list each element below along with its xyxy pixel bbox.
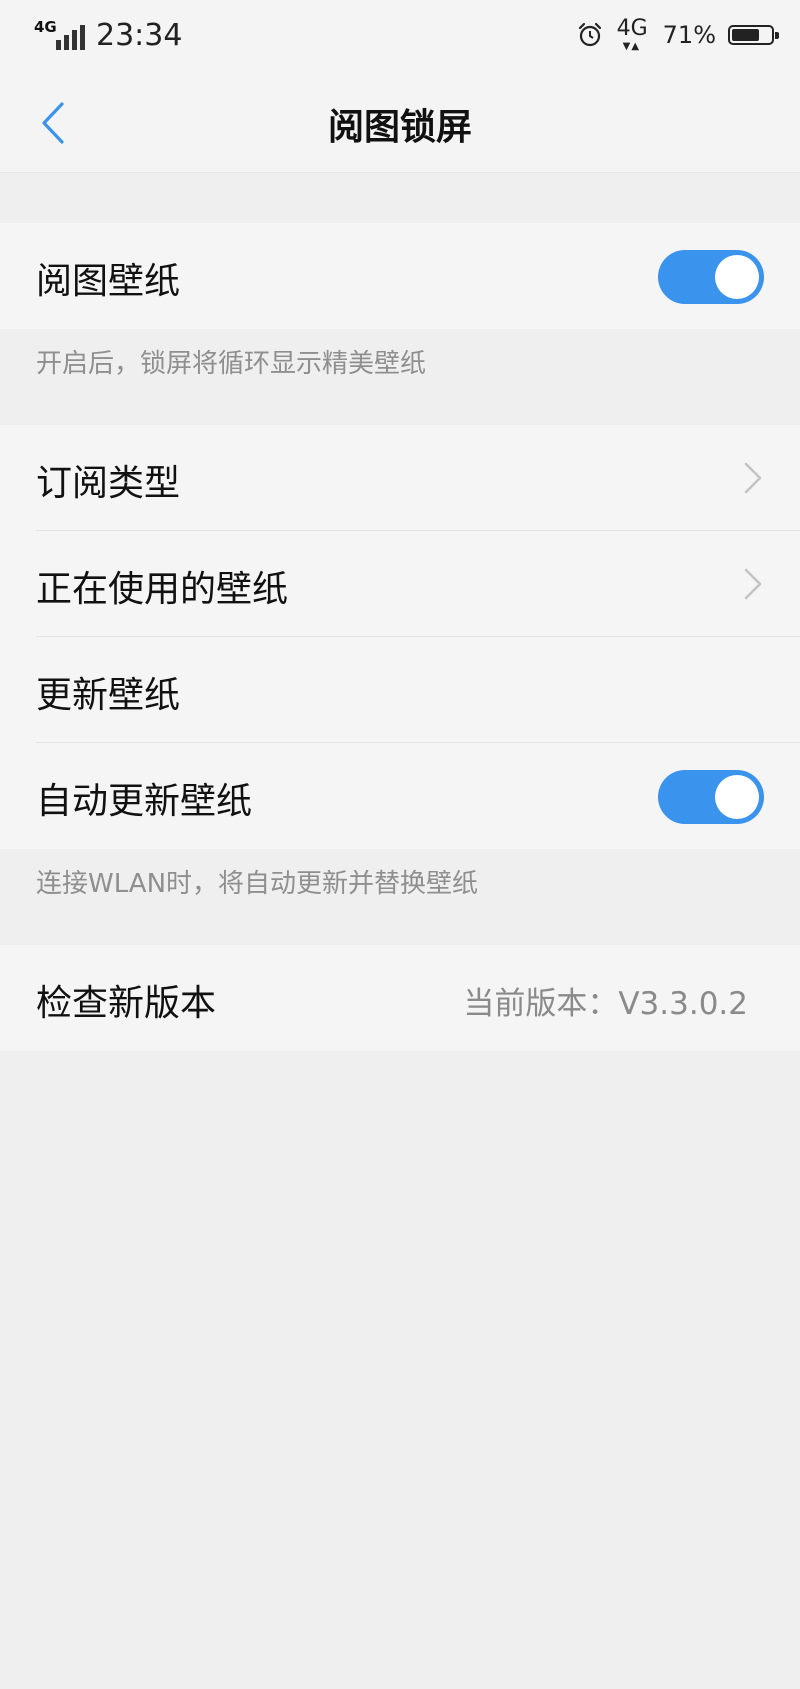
page-header: 阅图锁屏 — [0, 72, 800, 173]
wallpaper-row[interactable]: 阅图壁纸 — [0, 223, 800, 329]
battery-fill — [732, 29, 759, 41]
battery-percent: 71% — [662, 21, 716, 49]
subscription-type-label: 订阅类型 — [36, 463, 181, 504]
chevron-right-icon — [744, 568, 762, 600]
wallpaper-group: 阅图壁纸 — [0, 223, 800, 329]
status-bar: 4G 23:34 4G ▼▲ 71% — [0, 0, 800, 72]
wallpaper-label: 阅图壁纸 — [36, 261, 181, 302]
settings-group: 订阅类型 正在使用的壁纸 更新壁纸 自动更新壁纸 — [0, 425, 800, 849]
version-group: 检查新版本 当前版本：V3.3.0.2 — [0, 945, 800, 1051]
wallpaper-note: 开启后，锁屏将循环显示精美壁纸 — [36, 349, 427, 379]
auto-update-label: 自动更新壁纸 — [36, 781, 253, 822]
signal-icon: 4G — [34, 17, 85, 52]
wallpaper-toggle[interactable] — [658, 250, 764, 304]
signal-bar — [72, 29, 77, 50]
chevron-right-icon — [744, 462, 762, 494]
signal-bar — [64, 34, 69, 50]
network-label: 4G — [616, 16, 648, 41]
auto-update-row[interactable]: 自动更新壁纸 — [0, 743, 800, 849]
current-wallpaper-row[interactable]: 正在使用的壁纸 — [0, 531, 800, 637]
signal-bar — [80, 24, 85, 50]
check-version-row[interactable]: 检查新版本 当前版本：V3.3.0.2 — [0, 945, 800, 1051]
update-wallpaper-label: 更新壁纸 — [36, 675, 181, 716]
current-wallpaper-label: 正在使用的壁纸 — [36, 569, 289, 610]
current-version-text: 当前版本：V3.3.0.2 — [463, 986, 748, 1022]
toggle-knob — [715, 775, 759, 819]
signal-label: 4G — [34, 17, 57, 36]
status-right: 4G ▼▲ 71% — [577, 18, 779, 52]
toggle-knob — [715, 255, 759, 299]
clock-time: 23:34 — [96, 18, 183, 53]
auto-update-toggle[interactable] — [658, 770, 764, 824]
auto-update-note: 连接WLAN时，将自动更新并替换壁纸 — [36, 869, 479, 899]
battery-cap — [775, 32, 779, 39]
network-arrows: ▼▲ — [622, 41, 641, 52]
status-left: 4G 23:34 — [34, 18, 182, 53]
alarm-icon — [578, 22, 601, 47]
page-title: 阅图锁屏 — [327, 107, 472, 148]
update-wallpaper-row[interactable]: 更新壁纸 — [0, 637, 800, 743]
check-version-label: 检查新版本 — [36, 983, 217, 1024]
battery-icon — [728, 25, 779, 45]
subscription-type-row[interactable]: 订阅类型 — [0, 425, 800, 531]
network-4g-icon: 4G ▼▲ — [615, 18, 657, 52]
signal-bar — [56, 39, 61, 50]
